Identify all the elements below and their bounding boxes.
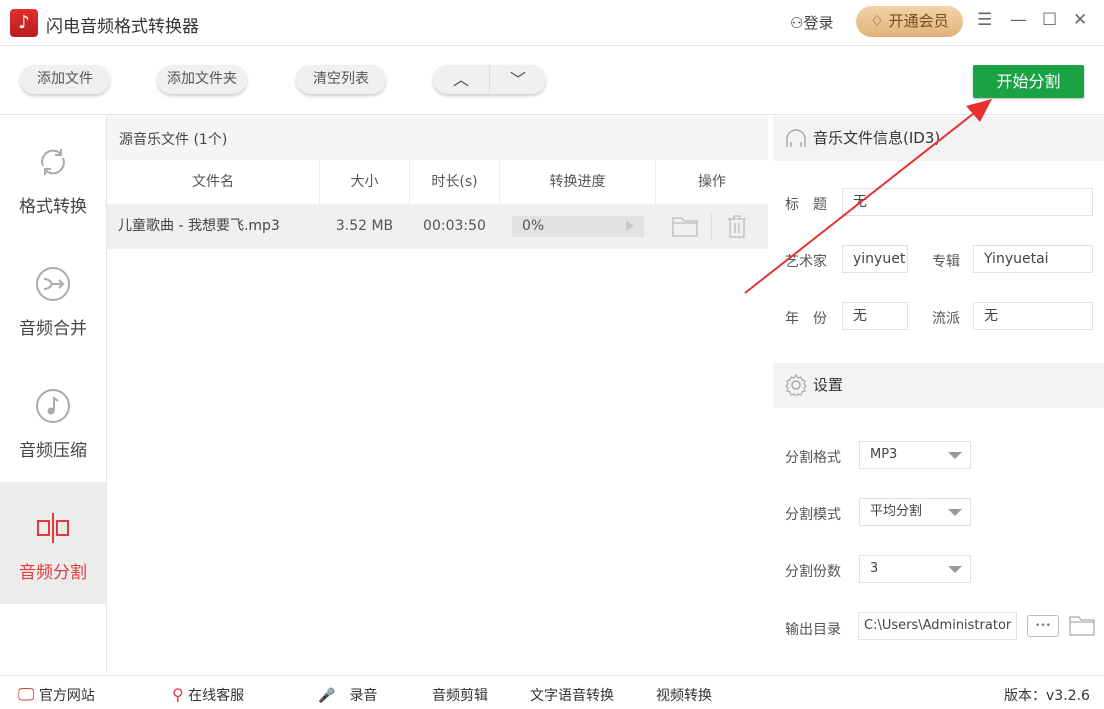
settings-section-header: 设置: [773, 363, 1104, 408]
progress-bar: 0%: [512, 216, 644, 237]
file-duration: 00:03:50: [410, 204, 500, 249]
open-folder-icon[interactable]: [1069, 614, 1095, 636]
chevron-down-icon: [948, 509, 962, 516]
merge-icon: [36, 267, 70, 301]
title-label: 标 题: [785, 197, 827, 213]
column-filename: 文件名: [107, 160, 320, 204]
title-input[interactable]: 无: [842, 188, 1093, 216]
audio-edit-link[interactable]: 音频剪辑: [432, 685, 488, 705]
move-up-icon[interactable]: ︿: [433, 65, 490, 94]
clear-list-button[interactable]: 清空列表: [296, 65, 386, 94]
play-icon[interactable]: [626, 221, 634, 231]
sidebar: 格式转换 音频合并 音频压缩 音频分割: [0, 116, 107, 674]
minimize-icon[interactable]: —: [1010, 10, 1027, 30]
add-folder-button[interactable]: 添加文件夹: [157, 65, 247, 94]
right-panel: 音乐文件信息(ID3) 标 题 无 艺术家 yinyuet 专辑 Yinyuet…: [773, 116, 1104, 674]
progress-cell: 0%: [500, 204, 656, 249]
actions-cell: [656, 204, 768, 249]
version-label: 版本：v3.2.6: [1004, 688, 1090, 704]
menu-icon[interactable]: ☰: [977, 10, 992, 30]
headphones-icon: [786, 129, 806, 147]
sidebar-item-audio-split[interactable]: 音频分割: [0, 482, 106, 604]
title-bar: ♪ 闪电音频格式转换器 ⚇登录 ♢ 开通会员 ☰ — ☐ ✕: [0, 0, 1104, 46]
table-row[interactable]: 儿童歌曲 - 我想要飞.mp3 3.52 MB 00:03:50 0%: [107, 204, 768, 249]
footer: 🖵 官方网站 ⚲ 在线客服 🎤 录音 音频剪辑 文字语音转换 视频转换 版本：v…: [0, 675, 1104, 709]
maximize-icon[interactable]: ☐: [1042, 10, 1057, 30]
music-note-icon: [36, 389, 70, 423]
tts-link[interactable]: 文字语音转换: [530, 685, 614, 705]
support-link[interactable]: ⚲ 在线客服: [172, 685, 244, 705]
mode-label: 分割模式: [785, 507, 841, 523]
refresh-icon: [41, 149, 65, 175]
table-header: 文件名 大小 时长(s) 转换进度 操作: [107, 160, 768, 204]
delete-icon[interactable]: [726, 214, 748, 238]
album-label: 专辑: [932, 254, 960, 270]
mode-select[interactable]: 平均分割: [859, 498, 971, 526]
column-size: 大小: [320, 160, 410, 204]
genre-label: 流派: [932, 311, 960, 327]
website-link[interactable]: 🖵 官方网站: [18, 685, 95, 705]
browse-button[interactable]: •••: [1027, 615, 1059, 637]
column-progress: 转换进度: [500, 160, 656, 204]
toolbar: 添加文件 添加文件夹 清空列表 ︿ ﹀ 开始分割: [0, 47, 1104, 115]
column-duration: 时长(s): [410, 160, 500, 204]
sidebar-item-format-convert[interactable]: 格式转换: [0, 116, 106, 238]
monitor-icon: 🖵: [18, 685, 35, 705]
count-select[interactable]: 3: [859, 555, 971, 583]
move-buttons: ︿ ﹀: [433, 65, 546, 94]
vip-button[interactable]: ♢ 开通会员: [856, 6, 963, 37]
output-dir-input[interactable]: C:\Users\Administrator: [858, 612, 1017, 640]
login-button[interactable]: ⚇登录: [790, 12, 833, 33]
diamond-icon: ♢: [870, 12, 884, 30]
count-label: 分割份数: [785, 564, 841, 580]
chevron-down-icon: [948, 566, 962, 573]
record-link[interactable]: 🎤 录音: [318, 685, 377, 705]
format-select[interactable]: MP3: [859, 441, 971, 469]
split-icon: [37, 513, 69, 543]
sidebar-item-audio-compress[interactable]: 音频压缩: [0, 360, 106, 482]
year-input[interactable]: 无: [842, 302, 908, 330]
file-name: 儿童歌曲 - 我想要飞.mp3: [107, 204, 320, 249]
artist-label: 艺术家: [785, 254, 827, 270]
artist-input[interactable]: yinyuet: [842, 245, 908, 273]
file-size: 3.52 MB: [320, 204, 410, 249]
add-file-button[interactable]: 添加文件: [20, 65, 110, 94]
year-label: 年 份: [785, 311, 827, 327]
genre-input[interactable]: 无: [973, 302, 1093, 330]
column-actions: 操作: [698, 174, 726, 190]
divider: [711, 213, 712, 239]
format-label: 分割格式: [785, 450, 841, 466]
person-icon: ⚲: [172, 685, 184, 704]
microphone-icon: 🎤: [318, 688, 336, 704]
app-title: 闪电音频格式转换器: [46, 17, 199, 37]
start-split-button[interactable]: 开始分割: [973, 65, 1084, 98]
app-logo-icon: ♪: [10, 9, 38, 37]
sidebar-item-audio-merge[interactable]: 音频合并: [0, 238, 106, 360]
close-icon[interactable]: ✕: [1073, 10, 1087, 30]
id3-section-header: 音乐文件信息(ID3): [773, 116, 1104, 161]
source-files-header: 源音乐文件 (1个): [107, 116, 768, 160]
chevron-down-icon: [948, 452, 962, 459]
video-convert-link[interactable]: 视频转换: [656, 685, 712, 705]
user-icon: ⚇: [790, 14, 804, 32]
album-input[interactable]: Yinyuetai: [973, 245, 1093, 273]
output-label: 输出目录: [785, 622, 841, 638]
move-down-icon[interactable]: ﹀: [490, 65, 546, 94]
open-folder-icon[interactable]: [672, 215, 698, 237]
gear-icon: [785, 374, 807, 396]
